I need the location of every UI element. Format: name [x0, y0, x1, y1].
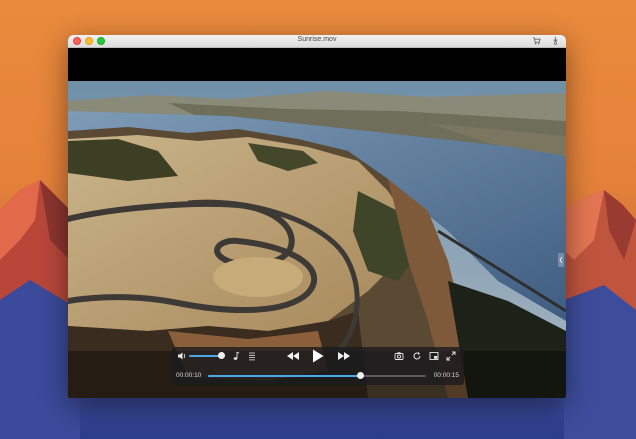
- rewind-icon[interactable]: [286, 351, 300, 361]
- seek-bar-knob[interactable]: [357, 372, 365, 379]
- player-window: Sunrise.mov 00:00:10 00:00:15: [68, 35, 566, 398]
- wallpaper-mountain-right: [564, 190, 636, 439]
- fullscreen-icon[interactable]: [446, 351, 456, 361]
- screenshot-icon[interactable]: [394, 351, 404, 361]
- cart-icon[interactable]: [532, 36, 541, 45]
- fast-forward-icon[interactable]: [337, 351, 351, 361]
- title-bar[interactable]: Sunrise.mov: [68, 35, 566, 48]
- current-time: 00:00:10: [176, 372, 202, 379]
- sidebar-toggle-icon[interactable]: [558, 253, 564, 267]
- volume-slider-fill: [189, 355, 222, 357]
- window-title: Sunrise.mov: [297, 36, 337, 43]
- titlebar-icons: [532, 36, 560, 45]
- duration-time: 00:00:15: [433, 372, 459, 379]
- seek-bar-progress: [208, 375, 361, 377]
- download-icon[interactable]: [551, 36, 560, 45]
- music-note-icon[interactable]: [231, 351, 240, 361]
- loop-icon[interactable]: [412, 351, 422, 361]
- playlist-icon[interactable]: [247, 351, 256, 361]
- volume-slider-knob[interactable]: [217, 352, 225, 359]
- playback-controls-hud: 00:00:10 00:00:15: [172, 347, 464, 385]
- volume-icon[interactable]: [177, 351, 187, 361]
- picture-in-picture-icon[interactable]: [429, 351, 439, 361]
- play-icon[interactable]: [312, 349, 324, 363]
